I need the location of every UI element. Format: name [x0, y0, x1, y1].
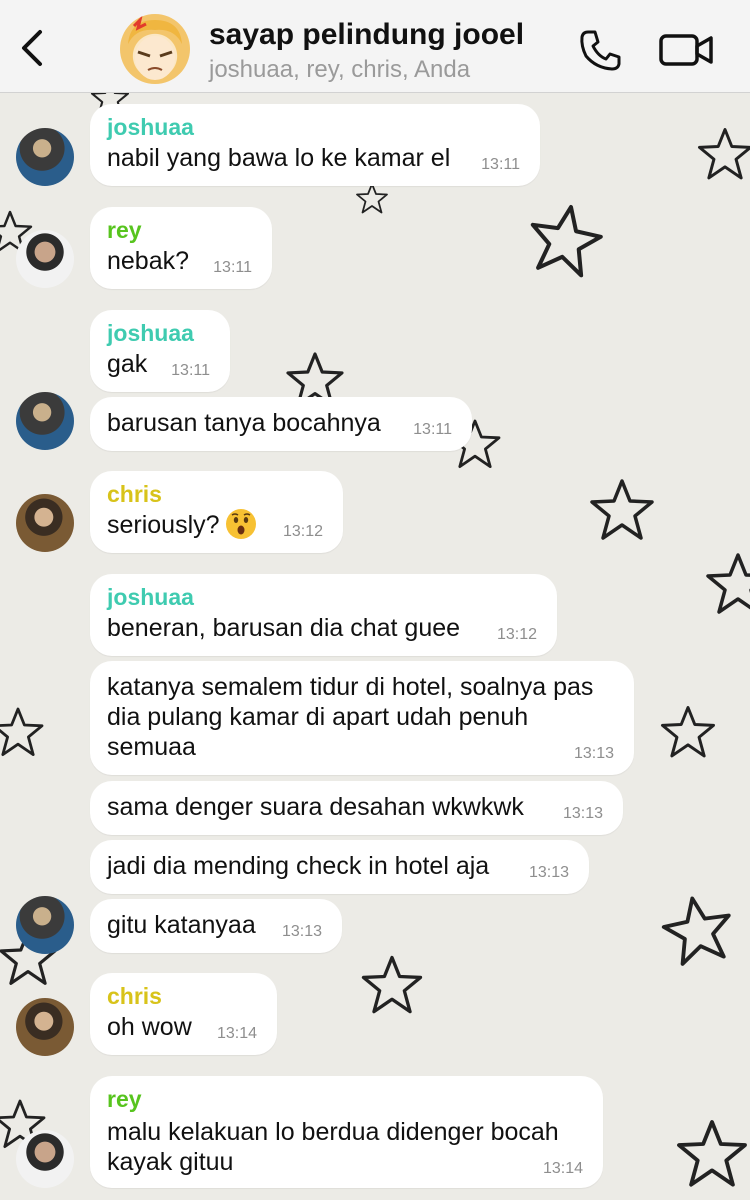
message-sender: rey: [107, 1086, 142, 1112]
message-sender: chris: [107, 481, 162, 507]
video-camera-icon[interactable]: [658, 30, 714, 70]
message-bubble[interactable]: rey malu kelakuan lo berdua didenger boc…: [90, 1076, 603, 1188]
avatar-rey[interactable]: [16, 1130, 74, 1188]
message-text: nebak?: [107, 247, 190, 275]
message-bubble[interactable]: gitu katanyaa 13:13: [90, 899, 342, 953]
message-text-line: katanya semalem tidur di hotel, soalnya …: [107, 673, 594, 701]
chevron-left-icon[interactable]: [16, 26, 48, 70]
message-text-line: semuaa: [107, 733, 196, 761]
message-bubble[interactable]: rey nebak? 13:11: [90, 207, 272, 289]
group-avatar[interactable]: [120, 14, 190, 84]
message-bubble[interactable]: chris seriously? 13:12: [90, 471, 343, 553]
message-time: 13:11: [413, 421, 452, 438]
message-bubble[interactable]: joshuaa gak 13:11: [90, 310, 230, 392]
message-text-content: seriously?: [107, 511, 220, 539]
phone-icon[interactable]: [578, 28, 622, 72]
message-text: seriously?: [107, 509, 256, 541]
message-time: 13:12: [282, 523, 323, 540]
message-text: sama denger suara desahan wkwkwk: [107, 793, 524, 821]
message-text: nabil yang bawa lo ke kamar el: [107, 144, 451, 172]
avatar-joshuaa[interactable]: [16, 896, 74, 954]
message-text-line: dia pulang kamar di apart udah penuh: [107, 703, 529, 731]
message-time: 13:13: [281, 923, 322, 940]
group-title[interactable]: sayap pelindung jooel: [209, 18, 524, 52]
message-text: beneran, barusan dia chat guee: [107, 614, 461, 642]
astonished-face-icon: [225, 509, 256, 540]
message-bubble[interactable]: joshuaa nabil yang bawa lo ke kamar el 1…: [90, 104, 540, 186]
message-time: 13:14: [542, 1160, 583, 1177]
message-bubble[interactable]: katanya semalem tidur di hotel, soalnya …: [90, 661, 634, 775]
message-text: gitu katanyaa: [107, 911, 256, 939]
avatar-joshuaa[interactable]: [16, 128, 74, 186]
message-sender: rey: [107, 217, 142, 243]
message-sender: chris: [107, 983, 162, 1009]
message-text: jadi dia mending check in hotel aja: [107, 852, 490, 880]
chat-header: sayap pelindung jooel joshuaa, rey, chri…: [0, 0, 750, 93]
message-text: barusan tanya bocahnya: [107, 409, 381, 437]
message-time: 13:11: [171, 362, 210, 379]
group-members[interactable]: joshuaa, rey, chris, Anda: [209, 56, 470, 84]
message-text: gak: [107, 350, 148, 378]
message-text-line: kayak gituu: [107, 1148, 234, 1176]
message-sender: joshuaa: [107, 320, 194, 346]
message-time: 13:13: [573, 745, 614, 762]
message-bubble[interactable]: chris oh wow 13:14: [90, 973, 277, 1055]
message-bubble[interactable]: barusan tanya bocahnya 13:11: [90, 397, 472, 451]
message-bubble[interactable]: joshuaa beneran, barusan dia chat guee 1…: [90, 574, 557, 656]
avatar-chris[interactable]: [16, 494, 74, 552]
message-time: 13:12: [496, 626, 537, 643]
message-text: oh wow: [107, 1013, 192, 1041]
avatar-rey[interactable]: [16, 230, 74, 288]
message-sender: joshuaa: [107, 584, 194, 610]
message-time: 13:13: [562, 805, 603, 822]
message-text-line: malu kelakuan lo berdua didenger bocah: [107, 1118, 559, 1146]
message-time: 13:14: [216, 1025, 257, 1042]
avatar-joshuaa[interactable]: [16, 392, 74, 450]
message-bubble[interactable]: jadi dia mending check in hotel aja 13:1…: [90, 840, 589, 894]
message-sender: joshuaa: [107, 114, 194, 140]
message-time: 13:11: [213, 259, 252, 276]
message-time: 13:13: [528, 864, 569, 881]
message-time: 13:11: [481, 156, 520, 173]
avatar-chris[interactable]: [16, 998, 74, 1056]
message-bubble[interactable]: sama denger suara desahan wkwkwk 13:13: [90, 781, 623, 835]
message-list[interactable]: joshuaa nabil yang bawa lo ke kamar el 1…: [0, 93, 750, 1200]
